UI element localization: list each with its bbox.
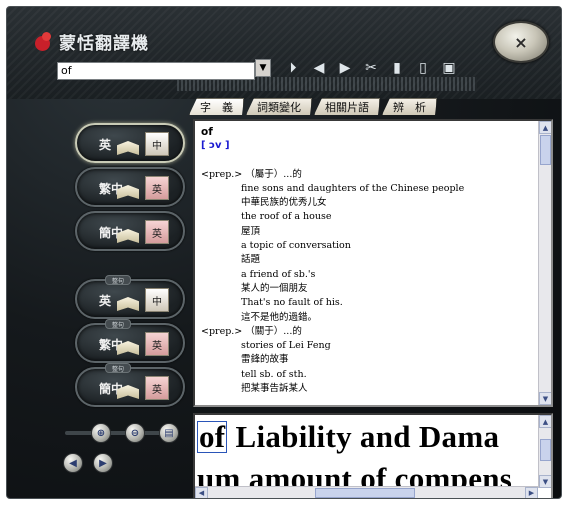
- sentence-badge: 整句: [105, 363, 132, 373]
- example-line: the roof of a house: [241, 211, 332, 223]
- example-line: 中華民族的优秀儿女: [241, 197, 327, 209]
- scroll-thumb[interactable]: [315, 488, 415, 498]
- scissors-icon[interactable]: ✂: [361, 59, 381, 77]
- mode-button-1[interactable]: 繁中英: [75, 167, 185, 207]
- scan-line-1: of Liability and Dama: [197, 419, 499, 455]
- part-of-speech-line: <prep.> （屬于）...的: [201, 168, 302, 180]
- toolbar: ⏵ ◀ ▶ ✂ ▮ ▯ ▣: [283, 59, 459, 77]
- back-icon[interactable]: ◀: [309, 59, 329, 77]
- lookup-icon[interactable]: ⏵: [283, 59, 303, 77]
- scroll-thumb[interactable]: [540, 439, 551, 461]
- mode-target-label: 英: [145, 332, 169, 356]
- prev-button[interactable]: ◀: [63, 453, 83, 473]
- scroll-thumb[interactable]: [540, 135, 551, 165]
- scan-hscrollbar[interactable]: ◀ ▶: [195, 486, 538, 498]
- search-box: ▼: [57, 59, 271, 80]
- example-line: 雷鋒的故事: [241, 354, 289, 366]
- search-input[interactable]: [57, 61, 255, 80]
- tab-2[interactable]: 相關片語: [314, 98, 380, 115]
- mode-button-4[interactable]: 整句 繁中英: [75, 319, 185, 363]
- close-icon: ×: [514, 32, 528, 52]
- example-line: 話題: [241, 254, 261, 266]
- translator-window: 蒙恬翻譯機 × ▼ ⏵◀▶✂▮▯▣ 字 義詞類變化相關片語辨 析 英中繁中英簡中…: [6, 6, 562, 499]
- mode-button-2[interactable]: 簡中英: [75, 211, 185, 251]
- tab-bar: 字 義詞類變化 相關片語辨 析: [189, 98, 439, 115]
- example-line: stories of Lei Feng: [241, 340, 331, 352]
- logo-icon: [33, 30, 53, 54]
- definition-lines: <prep.> （屬于）...的 fine sons and daughters …: [201, 168, 531, 397]
- mode-target-label: 中: [145, 132, 169, 156]
- app-logo: 蒙恬翻譯機: [33, 29, 149, 54]
- help-monitor-icon[interactable]: ▣: [439, 59, 459, 77]
- example-line: fine sons and daughters of the Chinese p…: [241, 182, 465, 194]
- example-line: That's no fault of his.: [241, 297, 343, 309]
- example-line: 某人的一個朋友: [241, 282, 308, 294]
- paste-icon[interactable]: ▯: [413, 59, 433, 77]
- definition-panel: of [ ɔv ] <prep.> （屬于）...的 fine sons and …: [193, 119, 553, 407]
- example-line: 把某事告訴某人: [241, 383, 308, 395]
- example-line: 屋頂: [241, 225, 261, 237]
- tab-3[interactable]: 辨 析: [382, 98, 437, 115]
- tab-1[interactable]: 詞類變化: [246, 98, 312, 115]
- definition-content: of [ ɔv ] <prep.> （屬于）...的 fine sons and …: [201, 125, 531, 396]
- chevron-down-icon[interactable]: ▼: [255, 59, 271, 77]
- mode-target-label: 中: [145, 288, 169, 312]
- book-icon: [117, 141, 139, 155]
- scroll-left-icon[interactable]: ◀: [195, 487, 208, 498]
- app-title: 蒙恬翻譯機: [59, 34, 149, 54]
- sentence-badge: 整句: [105, 319, 132, 329]
- definition-scrollbar[interactable]: ▲ ▼: [538, 121, 551, 405]
- zoom-in-button[interactable]: ⊕: [91, 423, 111, 443]
- zoom-out-button[interactable]: ⊖: [125, 423, 145, 443]
- scan-preview-panel: of Liability and Dama um amount of compe…: [193, 413, 553, 498]
- mode-button-0[interactable]: 英中: [75, 123, 185, 163]
- scan-button[interactable]: ▤: [159, 423, 179, 443]
- next-button[interactable]: ▶: [93, 453, 113, 473]
- copy-icon[interactable]: ▮: [387, 59, 407, 77]
- scan-vscrollbar[interactable]: ▲ ▼: [538, 415, 551, 488]
- scroll-up-icon[interactable]: ▲: [539, 415, 551, 428]
- example-line: tell sb. of sth.: [241, 368, 307, 380]
- mode-button-5[interactable]: 整句 簡中英: [75, 363, 185, 407]
- mode-source-label: 英: [99, 138, 112, 152]
- mode-target-label: 英: [145, 220, 169, 244]
- mode-target-label: 英: [145, 176, 169, 200]
- mode-button-3[interactable]: 整句英 中: [75, 275, 185, 319]
- sentence-badge: 整句: [105, 275, 132, 285]
- mode-source-label: 英: [99, 294, 112, 308]
- close-button[interactable]: ×: [493, 21, 549, 63]
- scan-line-1-rest: Liability and Dama: [227, 419, 500, 454]
- scroll-up-icon[interactable]: ▲: [539, 121, 551, 134]
- scan-highlight[interactable]: of: [197, 421, 228, 453]
- book-icon: [117, 297, 139, 311]
- scroll-down-icon[interactable]: ▼: [539, 392, 551, 405]
- example-line: a topic of conversation: [241, 240, 351, 252]
- tab-0[interactable]: 字 義: [189, 98, 244, 115]
- example-line: a friend of sb.'s: [241, 268, 316, 280]
- example-line: 這不是他的過錯。: [241, 311, 318, 323]
- forward-icon[interactable]: ▶: [335, 59, 355, 77]
- part-of-speech-line: <prep.> （關于）...的: [201, 325, 302, 337]
- phonetic: [ ɔv ]: [201, 140, 230, 152]
- scroll-right-icon[interactable]: ▶: [525, 487, 538, 498]
- scroll-down-icon[interactable]: ▼: [539, 475, 551, 488]
- headword: of: [201, 126, 213, 138]
- mode-target-label: 英: [145, 376, 169, 400]
